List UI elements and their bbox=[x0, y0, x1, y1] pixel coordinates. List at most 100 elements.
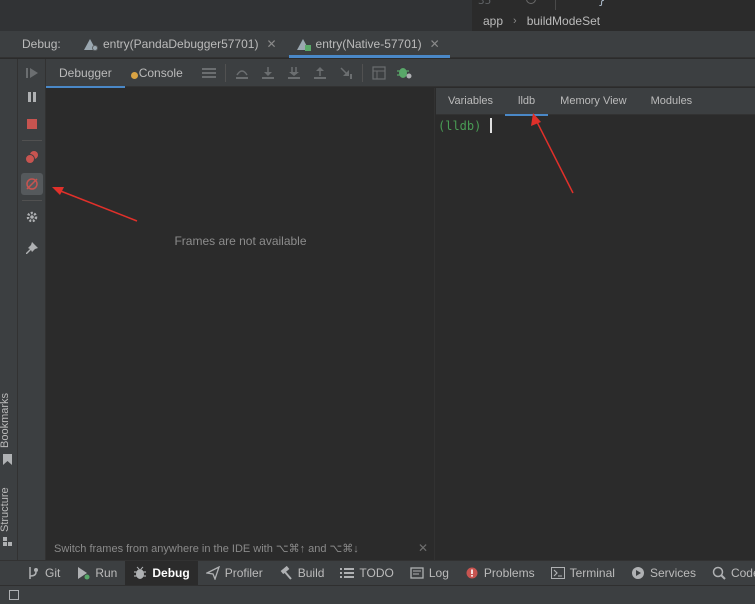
bookmark-icon bbox=[3, 454, 12, 465]
run-tab-panda-debugger[interactable]: entry(PandaDebugger57701) ✕ bbox=[84, 31, 287, 58]
close-icon[interactable]: ✕ bbox=[266, 37, 276, 51]
editor-strip: 35 } app › buildModeSet bbox=[0, 0, 755, 31]
services-icon bbox=[631, 566, 645, 580]
tool-label: Services bbox=[649, 566, 696, 580]
run-tab-native[interactable]: entry(Native-57701) ✕ bbox=[288, 31, 450, 58]
tool-services[interactable]: Services bbox=[623, 561, 704, 586]
structure-label: Structure bbox=[0, 487, 11, 532]
triangle-config-icon bbox=[296, 38, 311, 51]
tab-debugger-label: Debugger bbox=[59, 65, 112, 80]
tab-memory-view-label: Memory View bbox=[560, 95, 627, 107]
lldb-console[interactable]: (lldb) bbox=[436, 116, 755, 560]
git-branch-icon bbox=[26, 566, 40, 580]
editor-area bbox=[0, 0, 472, 31]
mute-breakpoints-icon[interactable] bbox=[21, 173, 43, 195]
breadcrumb-item-app[interactable]: app bbox=[483, 14, 503, 28]
code-lint-icon bbox=[712, 566, 726, 580]
tool-run[interactable]: Run bbox=[68, 561, 125, 586]
tab-variables-label: Variables bbox=[448, 95, 494, 107]
toolbar-divider bbox=[22, 200, 42, 201]
frames-empty-text: Frames are not available bbox=[174, 234, 307, 248]
bookmarks-tool-tab[interactable]: Bookmarks bbox=[0, 393, 11, 448]
tab-lldb-label: lldb bbox=[518, 95, 536, 107]
tool-build[interactable]: Build bbox=[271, 561, 333, 586]
tool-label: Terminal bbox=[569, 566, 615, 580]
step-out-icon[interactable] bbox=[309, 62, 331, 84]
status-bar bbox=[0, 585, 755, 604]
tool-label: Git bbox=[45, 566, 61, 580]
bug-icon bbox=[133, 566, 147, 580]
structure-tool-tab[interactable]: Structure bbox=[0, 487, 11, 532]
variables-tabs: Variables lldb Memory View Modules bbox=[436, 88, 755, 116]
tool-log[interactable]: Log bbox=[402, 561, 457, 586]
tab-memory-view[interactable]: Memory View bbox=[548, 88, 638, 115]
tool-windows-toggle-icon[interactable] bbox=[9, 590, 19, 600]
tool-label: Run bbox=[95, 566, 118, 580]
breadcrumb: app › buildModeSet bbox=[472, 10, 755, 31]
error-icon bbox=[465, 566, 479, 580]
step-over-icon[interactable] bbox=[231, 62, 253, 84]
gear-icon[interactable] bbox=[21, 206, 43, 228]
tool-label: TODO bbox=[359, 566, 394, 580]
list-icon bbox=[340, 566, 355, 580]
log-icon bbox=[410, 566, 424, 580]
layout-menu-icon[interactable] bbox=[198, 62, 220, 84]
text-caret bbox=[490, 118, 492, 133]
tool-terminal[interactable]: Terminal bbox=[543, 561, 623, 586]
tab-lldb[interactable]: lldb bbox=[505, 88, 549, 116]
debugger-header: Debugger Console bbox=[46, 59, 755, 88]
bookmarks-label: Bookmarks bbox=[0, 392, 11, 448]
gutter-divider bbox=[555, 0, 556, 10]
force-step-into-icon[interactable] bbox=[283, 62, 305, 84]
toolbar-divider bbox=[22, 140, 42, 141]
pin-icon[interactable] bbox=[21, 238, 43, 260]
close-icon[interactable]: ✕ bbox=[418, 541, 428, 555]
tool-label: Problems bbox=[483, 566, 535, 580]
frames-hint-text: Switch frames from anywhere in the IDE w… bbox=[54, 543, 359, 555]
step-into-icon[interactable] bbox=[257, 62, 279, 84]
tool-problems[interactable]: Problems bbox=[457, 561, 543, 586]
profiler-icon bbox=[205, 566, 220, 580]
breadcrumb-item-buildmodeset[interactable]: buildModeSet bbox=[527, 14, 600, 28]
tool-profiler[interactable]: Profiler bbox=[198, 561, 271, 586]
run-to-cursor-icon[interactable] bbox=[335, 62, 357, 84]
frames-panel: Frames are not available Switch frames f… bbox=[46, 88, 435, 560]
code-brace: } bbox=[598, 0, 606, 7]
tool-label: Code Li bbox=[730, 566, 755, 580]
pause-icon[interactable] bbox=[21, 86, 43, 108]
tab-debugger[interactable]: Debugger bbox=[46, 59, 125, 88]
bug-settings-icon[interactable] bbox=[394, 62, 416, 84]
console-warning-icon bbox=[130, 72, 138, 79]
hammer-icon bbox=[279, 566, 293, 580]
tool-todo[interactable]: TODO bbox=[332, 561, 401, 586]
tool-label: Debug bbox=[152, 566, 190, 580]
tool-debug[interactable]: Debug bbox=[125, 560, 198, 586]
tab-console-label: Console bbox=[138, 65, 183, 80]
triangle-config-icon bbox=[84, 38, 98, 51]
tab-modules-label: Modules bbox=[650, 95, 693, 107]
evaluate-expression-icon[interactable] bbox=[368, 62, 390, 84]
debug-title-bar: Debug: entry(PandaDebugger57701) ✕ entry… bbox=[0, 31, 755, 58]
view-breakpoints-icon[interactable] bbox=[21, 146, 43, 168]
tab-modules[interactable]: Modules bbox=[639, 88, 705, 115]
tool-code-lint[interactable]: Code Li bbox=[704, 561, 755, 586]
tool-label: Build bbox=[297, 566, 325, 580]
close-icon[interactable]: ✕ bbox=[430, 37, 440, 51]
resume-icon[interactable] bbox=[21, 62, 43, 84]
toolbar-divider bbox=[224, 63, 226, 82]
structure-icon bbox=[3, 537, 12, 546]
lldb-prompt: (lldb) bbox=[438, 119, 482, 133]
line-number: 35 bbox=[478, 0, 492, 7]
run-tab-label: entry(Native-57701) bbox=[315, 37, 422, 51]
stop-icon[interactable] bbox=[21, 113, 43, 135]
debug-label: Debug: bbox=[22, 37, 61, 51]
chevron-right-icon: › bbox=[513, 14, 517, 27]
terminal-icon bbox=[550, 566, 565, 580]
tool-label: Profiler bbox=[224, 566, 263, 580]
fold-marker-icon[interactable] bbox=[526, 0, 536, 4]
side-tool-stripe bbox=[0, 59, 18, 560]
tab-console[interactable]: Console bbox=[125, 59, 196, 87]
tab-variables[interactable]: Variables bbox=[436, 88, 505, 115]
tool-label: Log bbox=[428, 566, 449, 580]
tool-git[interactable]: Git bbox=[0, 561, 68, 586]
